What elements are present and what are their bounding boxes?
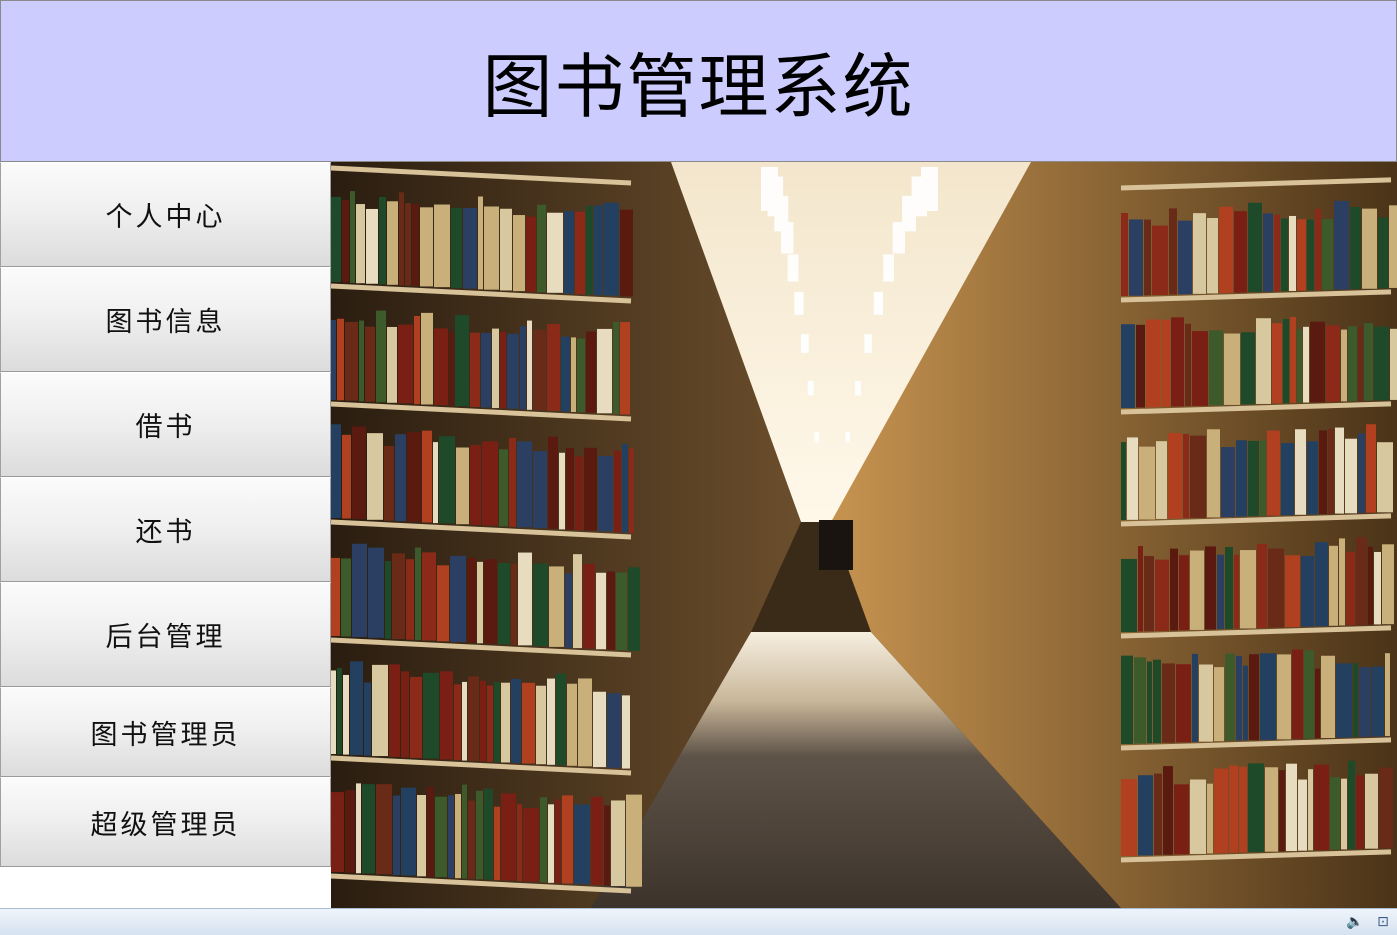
sidebar-item-return-book[interactable]: 还书: [0, 477, 331, 582]
sidebar-item-librarian[interactable]: 图书管理员: [0, 687, 331, 777]
sidebar-item-personal-center[interactable]: 个人中心: [0, 162, 331, 267]
sidebar-item-admin-backend[interactable]: 后台管理: [0, 582, 331, 687]
speaker-icon[interactable]: 🔈: [1346, 913, 1364, 931]
sidebar-item-super-admin[interactable]: 超级管理员: [0, 777, 331, 867]
sidebar-menu: 个人中心 图书信息 借书 还书 后台管理 图书管理员 超级管理员: [0, 162, 331, 908]
page-header: 图书管理系统: [0, 0, 1397, 162]
sidebar-item-book-info[interactable]: 图书信息: [0, 267, 331, 372]
page-title: 图书管理系统: [482, 45, 915, 128]
library-bookshelves-image: [331, 162, 1397, 908]
sidebar-item-borrow-book[interactable]: 借书: [0, 372, 331, 477]
status-bar: 🔈 ⊡: [0, 908, 1397, 935]
network-icon[interactable]: ⊡: [1374, 913, 1392, 931]
